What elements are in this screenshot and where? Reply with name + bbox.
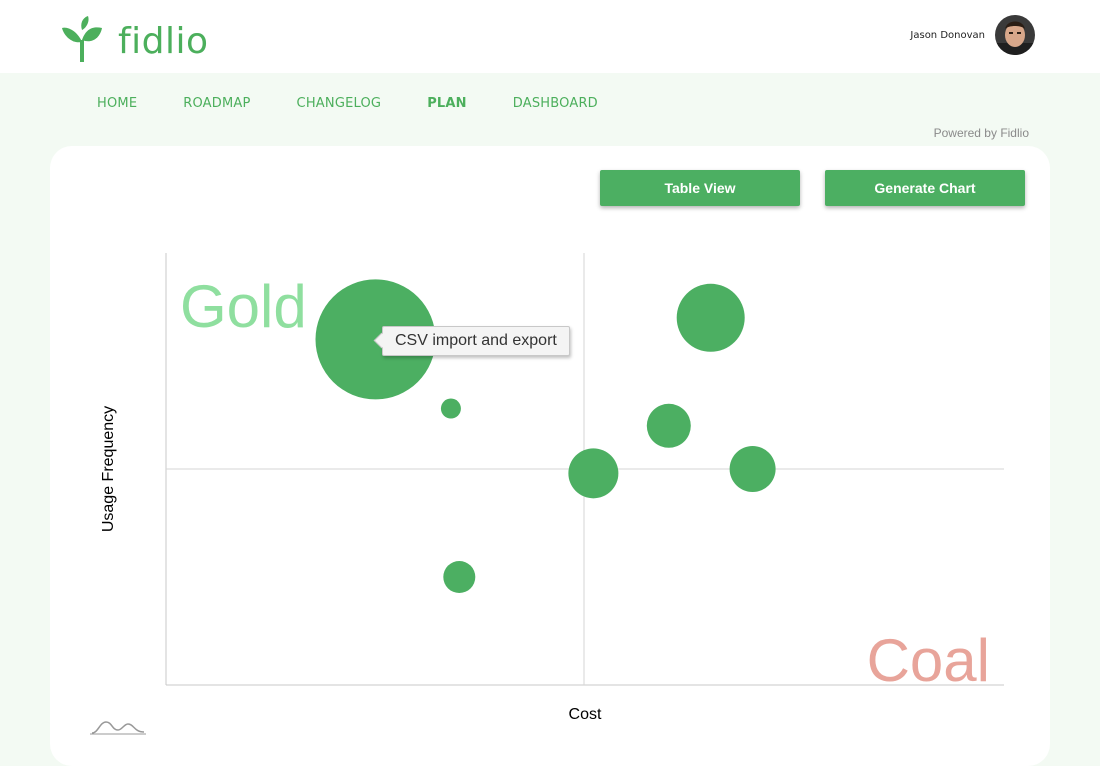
bubble-point-5[interactable] bbox=[646, 403, 691, 448]
x-axis-label: Cost bbox=[569, 706, 602, 723]
fidlio-logo[interactable]: fidlio bbox=[60, 10, 209, 62]
tooltip-text: CSV import and export bbox=[395, 332, 557, 349]
bubble-point-7[interactable] bbox=[729, 446, 776, 492]
powered-by[interactable]: Powered by Fidlio bbox=[934, 126, 1029, 140]
nav-changelog[interactable]: CHANGELOG bbox=[297, 96, 382, 111]
bubble-point-4[interactable] bbox=[568, 448, 619, 499]
bubble-tooltip: CSV import and export bbox=[373, 326, 570, 356]
brand-name: fidlio bbox=[118, 21, 209, 62]
bubble-chart: Gold Coal Cost Usage Frequency bbox=[100, 253, 1004, 723]
user-menu[interactable]: Jason Donovan bbox=[910, 15, 1035, 55]
gold-quadrant-label: Gold bbox=[180, 273, 307, 340]
y-axis-label: Usage Frequency bbox=[100, 406, 117, 532]
top-bar: fidlio Jason Donovan bbox=[0, 0, 1100, 73]
main-nav: HOME ROADMAP CHANGELOG PLAN DASHBOARD bbox=[97, 96, 644, 111]
sprout-icon bbox=[62, 16, 102, 62]
nav-home[interactable]: HOME bbox=[97, 96, 137, 111]
user-name: Jason Donovan bbox=[910, 29, 985, 41]
bubble-point-3[interactable] bbox=[443, 561, 476, 593]
mini-chart-icon[interactable] bbox=[90, 718, 146, 736]
plan-card: Table View Generate Chart Gold Coal Cost… bbox=[50, 146, 1050, 766]
nav-dashboard[interactable]: DASHBOARD bbox=[513, 96, 598, 111]
avatar[interactable] bbox=[995, 15, 1035, 55]
nav-plan[interactable]: PLAN bbox=[427, 96, 467, 111]
nav-roadmap[interactable]: ROADMAP bbox=[183, 96, 250, 111]
bubble-point-2[interactable] bbox=[440, 398, 461, 419]
coal-quadrant-label: Coal bbox=[867, 627, 990, 694]
bubble-point-6[interactable] bbox=[676, 283, 745, 352]
